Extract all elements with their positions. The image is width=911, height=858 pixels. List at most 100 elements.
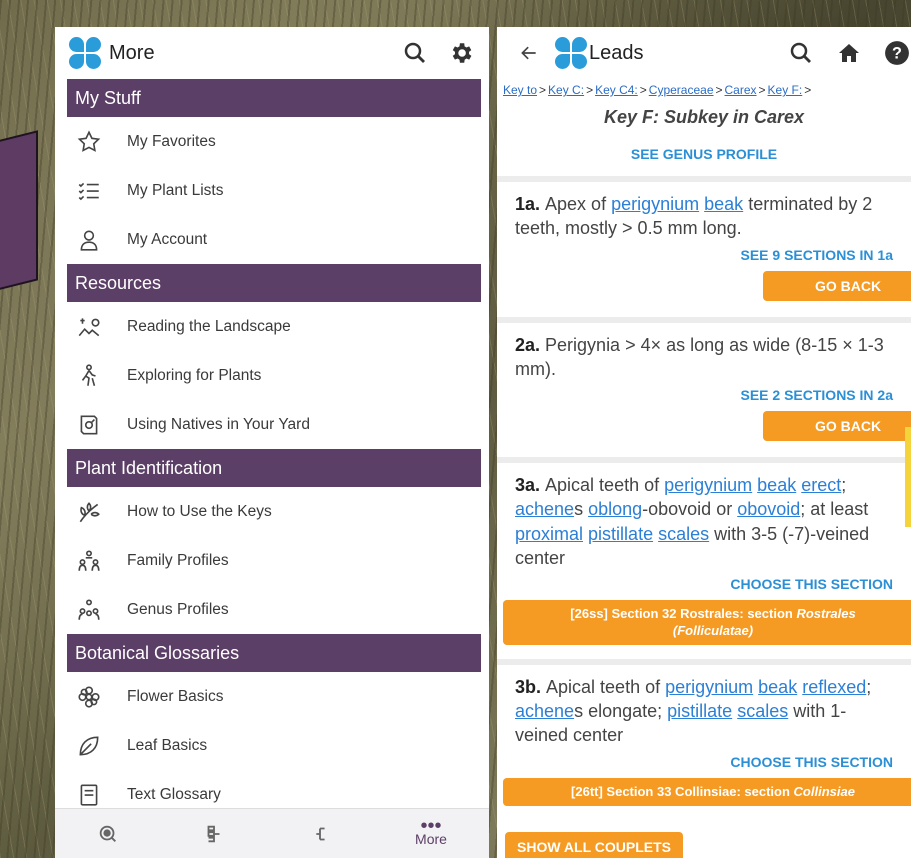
go-back-button[interactable]: GO BACK — [763, 270, 911, 301]
breadcrumb-separator: > — [758, 83, 766, 97]
bottom-navigation: ••• More — [55, 808, 489, 858]
key-tree-icon — [207, 825, 220, 842]
nav-search-tab[interactable] — [97, 823, 119, 845]
star-icon — [75, 128, 103, 156]
glossary-term-link[interactable]: scales — [737, 701, 788, 721]
side-scroll-indicator — [905, 427, 911, 527]
go-back-button[interactable]: GO BACK — [763, 411, 911, 442]
breadcrumb-link[interactable]: Carex — [725, 83, 757, 97]
menu-item-exploring-for-plants[interactable]: Exploring for Plants — [55, 351, 489, 400]
glossary-term-link[interactable]: perigynium — [611, 194, 699, 214]
glossary-term-link[interactable]: proximal — [515, 524, 583, 544]
breadcrumb-link[interactable]: Key C: — [548, 83, 584, 97]
menu-item-label: My Plant Lists — [127, 181, 224, 199]
menu-item-how-to-use-the-keys[interactable]: How to Use the Keys — [55, 487, 489, 536]
menu-item-my-favorites[interactable]: My Favorites — [55, 117, 489, 166]
family-icon — [75, 547, 103, 575]
glossary-term-link[interactable]: pistillate — [588, 524, 653, 544]
search-icon[interactable] — [787, 39, 815, 67]
settings-gear-icon[interactable] — [447, 39, 475, 67]
nav-leads-tab[interactable] — [309, 823, 331, 845]
show-all-couplets-button[interactable]: SHOW ALL COUPLETS — [505, 832, 683, 858]
glossary-term-link[interactable]: beak — [704, 194, 743, 214]
menu-item-reading-the-landscape[interactable]: Reading the Landscape — [55, 302, 489, 351]
person-icon — [75, 226, 103, 254]
nav-more-label: More — [415, 830, 447, 847]
decorative-shape — [0, 130, 38, 300]
glossary-term-link[interactable]: scales — [658, 524, 709, 544]
couplet-card: 2a. Perigynia > 4× as long as wide (8-15… — [497, 316, 911, 458]
menu-item-flower-basics[interactable]: Flower Basics — [55, 672, 489, 721]
hiker-icon — [75, 362, 103, 390]
couplet-list: 1a. Apex of perigynium beak terminated b… — [497, 176, 911, 821]
lead-text: 1a. Apex of perigynium beak terminated b… — [515, 194, 873, 239]
choose-section-link[interactable]: CHOOSE THIS SECTION — [515, 576, 893, 592]
breadcrumb-separator: > — [804, 83, 812, 97]
book-plant-icon — [75, 411, 103, 439]
breadcrumb-link[interactable]: Cyperaceae — [649, 83, 714, 97]
section-result-button[interactable]: [26tt] Section 33 Collinsiae: section Co… — [503, 777, 911, 807]
lead-number: 2a. — [515, 334, 546, 355]
couplet-card: 3b. Apical teeth of perigynium beak refl… — [497, 658, 911, 821]
app-bar: Leads ? — [497, 27, 911, 79]
glossary-icon — [75, 781, 103, 809]
glossary-term-link[interactable]: reflexed — [802, 677, 866, 697]
checklist-icon — [75, 177, 103, 205]
search-icon — [99, 825, 116, 842]
lead-text: 3a. Apical teeth of perigynium beak erec… — [515, 475, 870, 569]
glossary-term-link[interactable]: perigynium — [664, 475, 752, 495]
breadcrumb-link[interactable]: Key C4: — [595, 83, 638, 97]
glossary-term-link[interactable]: achene — [515, 499, 574, 519]
flower-icon — [75, 683, 103, 711]
breadcrumb-link[interactable]: Key to — [503, 83, 537, 97]
see-sections-link[interactable]: SEE 2 SECTIONS IN 2a — [515, 387, 894, 403]
see-sections-link[interactable]: SEE 9 SECTIONS IN 1a — [515, 247, 894, 263]
menu-item-label: Reading the Landscape — [127, 317, 291, 335]
glossary-term-link[interactable]: perigynium — [665, 677, 753, 697]
glossary-term-link[interactable]: oblong — [588, 499, 642, 519]
breadcrumb-separator: > — [715, 83, 723, 97]
menu-item-genus-profiles[interactable]: Genus Profiles — [55, 585, 489, 634]
app-logo-icon — [69, 37, 101, 69]
breadcrumb-separator: > — [539, 83, 547, 97]
svg-text:?: ? — [892, 44, 902, 62]
nav-keys-tab[interactable] — [203, 823, 225, 845]
screen-title: More — [109, 41, 155, 64]
glossary-term-link[interactable]: pistillate — [667, 701, 732, 721]
glossary-term-link[interactable]: erect — [801, 475, 841, 495]
back-arrow-icon[interactable] — [515, 39, 543, 67]
menu-item-my-plant-lists[interactable]: My Plant Lists — [55, 166, 489, 215]
lead-number: 3b. — [515, 676, 547, 697]
section-header: My Stuff — [67, 79, 481, 117]
menu-item-using-natives-in-your-yard[interactable]: Using Natives in Your Yard — [55, 400, 489, 449]
menu-item-my-account[interactable]: My Account — [55, 215, 489, 264]
lead-number: 3a. — [515, 475, 546, 496]
menu-item-family-profiles[interactable]: Family Profiles — [55, 536, 489, 585]
choose-section-link[interactable]: CHOOSE THIS SECTION — [515, 754, 893, 770]
branch-icon — [316, 827, 325, 840]
glossary-term-link[interactable]: achene — [515, 701, 574, 721]
home-icon[interactable] — [835, 39, 863, 67]
couplet-card: 1a. Apex of perigynium beak terminated b… — [497, 176, 911, 317]
app-logo-icon — [555, 37, 587, 69]
landscape-icon — [75, 313, 103, 341]
more-screen: More My Stuff My Favorites My Plant Lists M… — [55, 27, 489, 858]
help-icon[interactable]: ? — [883, 39, 911, 67]
breadcrumb-separator: > — [586, 83, 594, 97]
section-result-button[interactable]: [26ss] Section 32 Rostrales: section Ros… — [503, 600, 911, 645]
menu-item-leaf-basics[interactable]: Leaf Basics — [55, 721, 489, 770]
nav-more-tab[interactable]: ••• More — [415, 816, 447, 847]
menu-item-label: Family Profiles — [127, 551, 229, 569]
glossary-term-link[interactable]: beak — [758, 677, 797, 697]
breadcrumb-link[interactable]: Key F: — [768, 83, 803, 97]
menu-item-label: My Favorites — [127, 132, 216, 150]
section-header: Resources — [67, 264, 481, 302]
glossary-term-link[interactable]: obovoid — [737, 499, 800, 519]
menu-item-label: How to Use the Keys — [127, 502, 272, 520]
menu-item-label: Exploring for Plants — [127, 366, 262, 384]
glossary-term-link[interactable]: beak — [757, 475, 796, 495]
couplet-card: 3a. Apical teeth of perigynium beak erec… — [497, 457, 911, 659]
menu-item-label: Text Glossary — [127, 785, 221, 803]
search-icon[interactable] — [401, 39, 429, 67]
see-genus-profile-link[interactable]: SEE GENUS PROFILE — [497, 146, 911, 162]
